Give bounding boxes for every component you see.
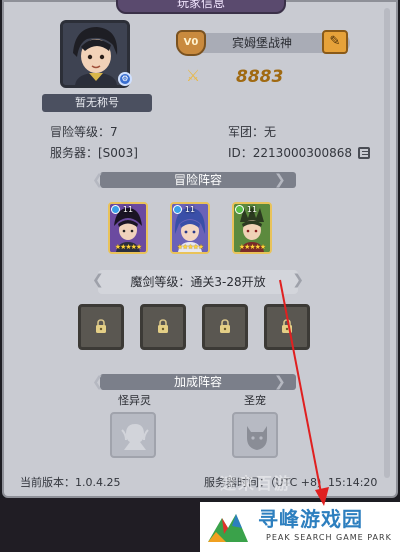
hero-stars: ★★★★★ [176,243,204,251]
scrollbar[interactable] [384,8,390,478]
sword-level-label: 魔剑等级：通关3-28开放 [130,275,266,289]
adventure-lineup-header: ❮ ❯ 冒险阵容 [92,170,296,190]
power-value: 8883 [236,67,284,87]
panel-title: 玩家信息 [116,0,286,14]
locked-slot-1[interactable] [78,304,124,350]
server-info: 服务器：[S003] [50,146,138,160]
adventure-level: 冒险等级：7 [50,125,118,139]
bonus-lineup-label: 加成阵容 [173,375,222,389]
locked-slot-3[interactable] [202,304,248,350]
adventure-lineup-label: 冒险阵容 [173,173,222,187]
hero-stars: ★★★★★ [238,243,266,251]
player-name: 宾姆堡战神 [231,36,292,50]
sword-level-header: ❮ ❯ 魔剑等级：通关3-28开放 [92,270,304,294]
locked-slot-2[interactable] [140,304,186,350]
hero-level: 11 [184,205,196,214]
background-dark [0,498,200,552]
strange-spirit-label: 怪异灵 [118,394,151,407]
edit-icon[interactable]: ✎ [322,30,348,54]
legion-info: 军团：无 [228,125,277,139]
hero-level: 11 [122,205,134,214]
power-icon: ⚔ [185,66,201,85]
hero-card-2[interactable]: 11 ★★★★★ [170,202,210,254]
hero-level: 11 [246,205,258,214]
site-name-en: PEAK SEARCH GAME PARK [266,533,392,542]
version-label: 当前版本：1.0.4.25 [20,476,121,489]
title-plate[interactable]: 暂无称号 [42,94,152,112]
holy-pet-label: 圣宠 [244,394,266,407]
hero-card-3[interactable]: 11 ★★★★★ [232,202,272,254]
site-logo-icon [208,514,248,542]
vip-badge: V0 [176,30,206,56]
spirit-silhouette-icon [121,424,149,450]
lock-icon [158,319,168,333]
lock-icon [96,319,106,333]
player-id: ID：2213000300868 [228,146,353,160]
pet-silhouette-icon [247,426,267,450]
strange-spirit-slot[interactable] [110,412,156,458]
copy-icon[interactable] [358,147,370,159]
hero-stars: ★★★★★ [114,243,142,251]
lock-icon [220,319,230,333]
hero-card-1[interactable]: 11 ★★★★★ [108,202,148,254]
bonus-lineup-header: ❮ ❯ 加成阵容 [92,372,296,392]
gear-icon[interactable]: ⚙ [118,72,132,86]
annotation-arrow [279,279,329,506]
